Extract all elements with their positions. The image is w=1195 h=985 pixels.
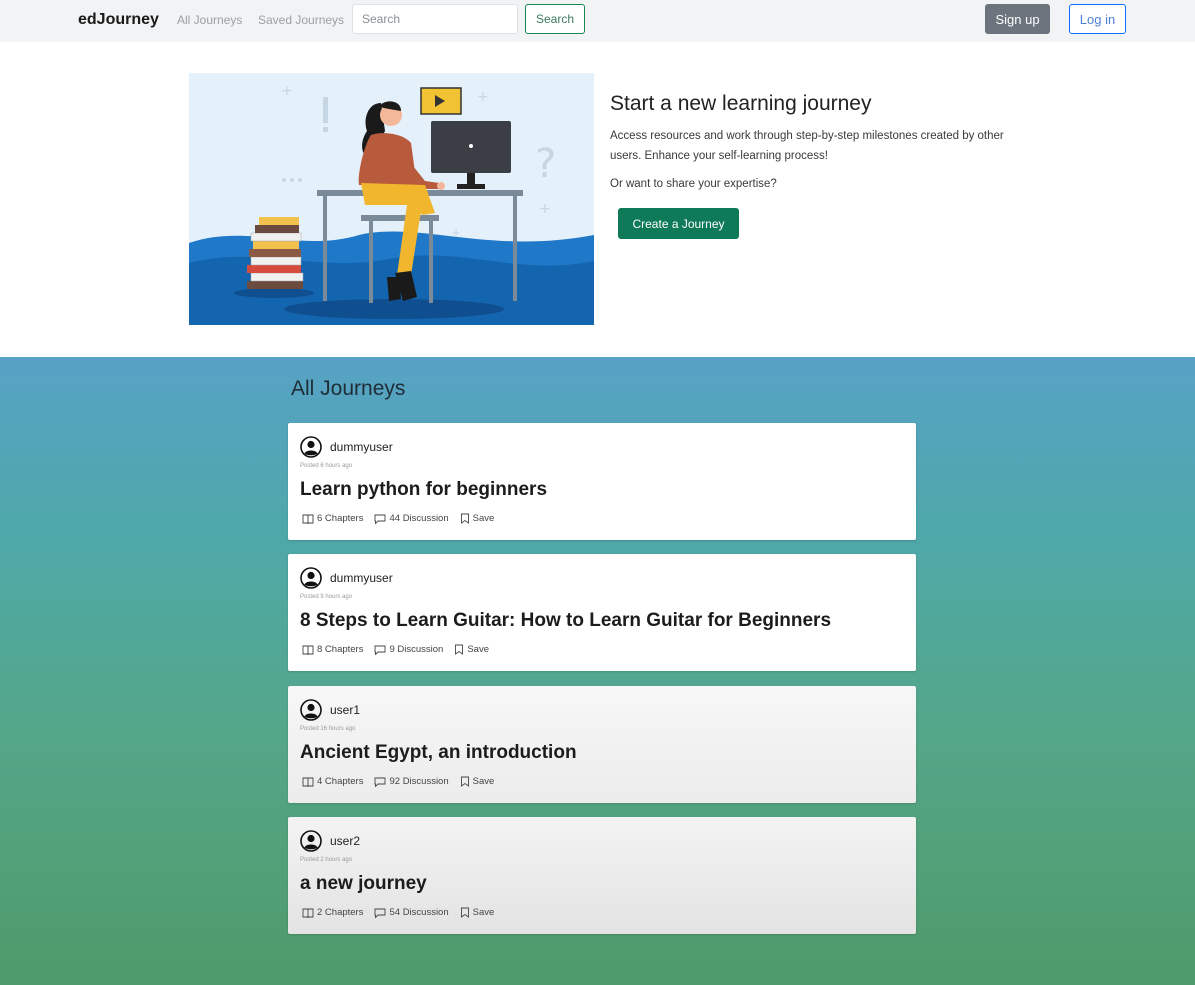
- journey-author[interactable]: dummyuser: [330, 571, 393, 585]
- save-label: Save: [472, 776, 495, 787]
- chapters-link[interactable]: 2 Chapters: [302, 907, 363, 918]
- svg-text:+: +: [477, 89, 489, 105]
- journey-card[interactable]: dummyuser Posted 9 hours ago 8 Steps to …: [288, 554, 916, 671]
- discussion-count: 92 Discussion: [389, 776, 449, 787]
- hero-share-prompt: Or want to share your expertise?: [610, 178, 777, 190]
- journey-title[interactable]: Learn python for beginners: [300, 479, 547, 501]
- nav-saved-journeys[interactable]: Saved Journeys: [258, 13, 344, 27]
- save-label: Save: [467, 644, 489, 655]
- chapters-count: 4 Chapters: [317, 776, 364, 787]
- discussion-link[interactable]: 92 Discussion: [374, 776, 449, 787]
- journey-posted-time: Posted 16 hours ago: [300, 726, 356, 732]
- book-icon: [302, 514, 314, 524]
- user-circle-icon: [300, 699, 322, 721]
- comment-icon: [375, 908, 386, 918]
- journey-posted-time: Posted 2 hours ago: [300, 857, 353, 863]
- journey-meta: 6 Chapters 44 Discussion Save: [302, 513, 505, 524]
- save-link[interactable]: Save: [460, 776, 495, 787]
- journey-card[interactable]: user1 Posted 16 hours ago Ancient Egypt,…: [288, 686, 916, 803]
- bookmark-icon: [460, 513, 469, 524]
- journey-title[interactable]: a new journey: [300, 873, 427, 895]
- brand-logo[interactable]: edJourney: [78, 11, 159, 29]
- discussion-count: 9 Discussion: [389, 644, 444, 655]
- journey-meta: 2 Chapters 54 Discussion Save: [302, 907, 505, 918]
- journey-card[interactable]: dummyuser Posted 6 hours ago Learn pytho…: [288, 423, 916, 540]
- create-journey-button[interactable]: Create a Journey: [618, 208, 739, 239]
- discussion-link[interactable]: 54 Discussion: [374, 907, 449, 918]
- comment-icon: [375, 645, 386, 655]
- book-icon: [302, 645, 314, 655]
- svg-text:+: +: [539, 201, 551, 217]
- journey-title[interactable]: Ancient Egypt, an introduction: [300, 742, 577, 764]
- bookmark-icon: [455, 644, 464, 655]
- book-icon: [302, 908, 314, 918]
- bookmark-icon: [460, 907, 469, 918]
- search-button[interactable]: Search: [525, 4, 585, 34]
- chapters-link[interactable]: 8 Chapters: [302, 644, 363, 655]
- hero-title: Start a new learning journey: [610, 92, 872, 115]
- journeys-section: All Journeys dummyuser Posted 6 hours ag…: [0, 357, 1195, 985]
- book-icon: [302, 777, 314, 787]
- save-link[interactable]: Save: [460, 513, 495, 524]
- save-link[interactable]: Save: [460, 907, 495, 918]
- user-circle-icon: [300, 567, 322, 589]
- save-link[interactable]: Save: [454, 644, 489, 655]
- comment-icon: [375, 777, 386, 787]
- discussion-link[interactable]: 44 Discussion: [374, 513, 449, 524]
- signup-button[interactable]: Sign up: [985, 4, 1050, 34]
- journey-posted-time: Posted 9 hours ago: [300, 594, 353, 600]
- chapters-link[interactable]: 6 Chapters: [302, 513, 363, 524]
- user-circle-icon: [300, 830, 322, 852]
- journey-author[interactable]: user1: [330, 703, 360, 717]
- discussion-count: 54 Discussion: [389, 907, 449, 918]
- journey-author[interactable]: user2: [330, 834, 360, 848]
- chapters-link[interactable]: 4 Chapters: [302, 776, 363, 787]
- svg-text:?: ?: [535, 141, 556, 187]
- chapters-count: 6 Chapters: [317, 513, 364, 524]
- hero-description: Access resources and work through step-b…: [610, 130, 1004, 162]
- nav-all-journeys[interactable]: All Journeys: [177, 13, 242, 27]
- chapters-count: 2 Chapters: [317, 907, 364, 918]
- hero-illustration: ? + + + +: [189, 73, 594, 325]
- journey-posted-time: Posted 6 hours ago: [300, 463, 353, 469]
- journey-author[interactable]: dummyuser: [330, 440, 393, 454]
- journey-meta: 8 Chapters 9 Discussion Save: [302, 644, 500, 655]
- chapters-count: 8 Chapters: [317, 644, 364, 655]
- navbar: edJourney All Journeys Saved Journeys Se…: [0, 0, 1195, 42]
- comment-icon: [375, 514, 386, 524]
- save-label: Save: [472, 513, 495, 524]
- login-button[interactable]: Log in: [1069, 4, 1126, 34]
- user-circle-icon: [300, 436, 322, 458]
- bookmark-icon: [460, 776, 469, 787]
- section-title: All Journeys: [291, 377, 406, 400]
- search-input[interactable]: [352, 4, 518, 34]
- journey-title[interactable]: 8 Steps to Learn Guitar: How to Learn Gu…: [300, 610, 831, 632]
- discussion-link[interactable]: 9 Discussion: [374, 644, 443, 655]
- svg-text:+: +: [281, 83, 293, 99]
- journey-card[interactable]: user2 Posted 2 hours ago a new journey 2…: [288, 817, 916, 934]
- discussion-count: 44 Discussion: [389, 513, 449, 524]
- save-label: Save: [472, 907, 495, 918]
- journey-meta: 4 Chapters 92 Discussion Save: [302, 776, 505, 787]
